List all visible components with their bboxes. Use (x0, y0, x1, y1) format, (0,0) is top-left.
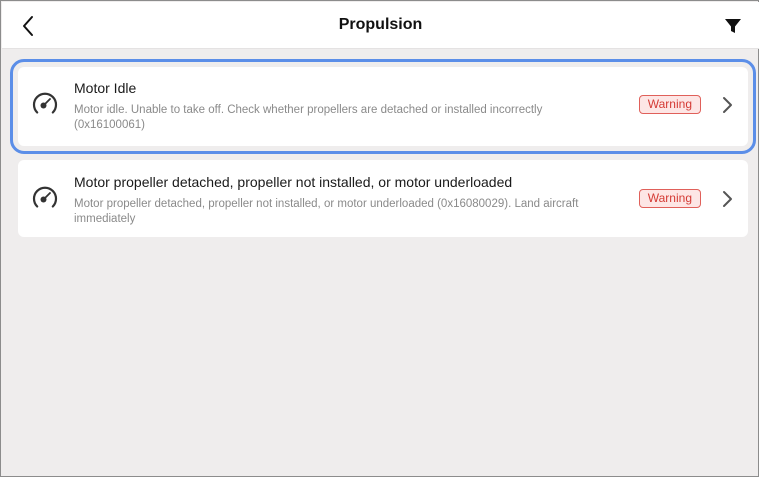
alert-description: Motor propeller detached, propeller not … (74, 198, 579, 225)
chevron-right-icon (723, 191, 732, 207)
alert-title: Motor propeller detached, propeller not … (74, 174, 513, 190)
motor-gauge-icon (32, 92, 58, 114)
alert-card-motor-idle[interactable]: Motor Idle Motor idle. Unable to take of… (10, 59, 756, 154)
warning-badge: Warning (638, 189, 701, 208)
chevron-right-icon (723, 97, 732, 113)
alert-card-propeller-detached[interactable]: Motor propeller detached, propeller not … (18, 160, 748, 237)
alert-title: Motor Idle (74, 80, 137, 96)
warning-badge: Warning (638, 95, 701, 114)
top-bar: Propulsion (2, 2, 759, 49)
page-title: Propulsion (338, 16, 423, 33)
motor-gauge-icon (32, 186, 58, 208)
filter-icon (725, 19, 741, 33)
alert-description: Motor idle. Unable to take off. Check wh… (74, 104, 543, 131)
filter-button[interactable] (721, 14, 745, 38)
app-frame: Propulsion Motor Idle Motor idle. Unable… (0, 0, 759, 477)
